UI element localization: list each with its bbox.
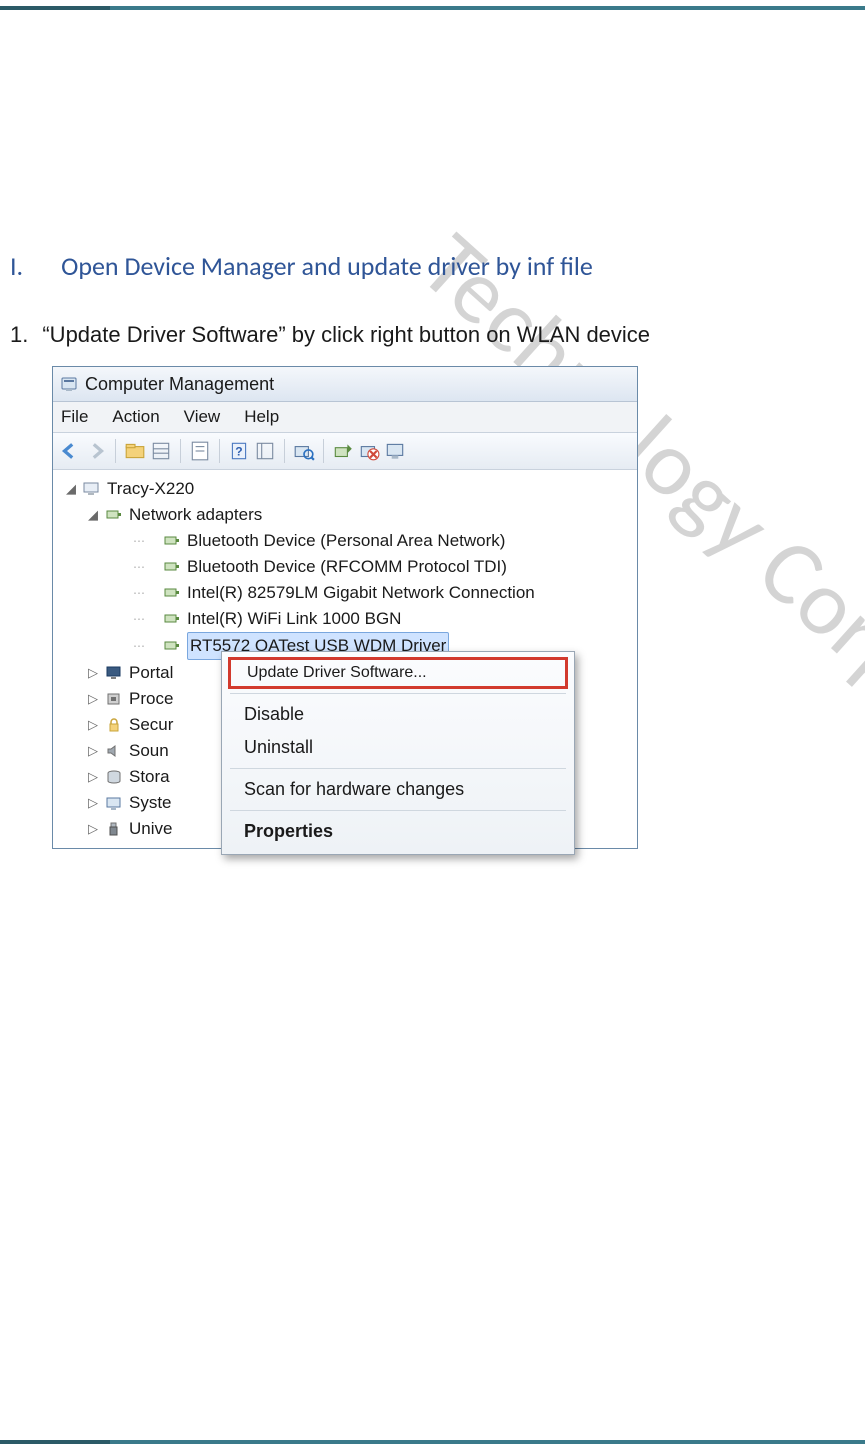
computer-icon bbox=[83, 481, 101, 497]
toolbar-separator bbox=[115, 439, 116, 463]
collapse-icon[interactable]: ◢ bbox=[87, 502, 99, 528]
network-adapter-icon bbox=[163, 611, 181, 627]
context-item-scan[interactable]: Scan for hardware changes bbox=[222, 773, 574, 806]
tree-item-label: Unive bbox=[129, 816, 172, 842]
tree-item-label: Portal bbox=[129, 660, 173, 686]
device-icon[interactable] bbox=[384, 440, 406, 462]
security-icon bbox=[105, 717, 123, 733]
help-icon[interactable]: ? bbox=[228, 440, 250, 462]
network-adapter-icon bbox=[163, 638, 181, 654]
menu-bar: File Action View Help bbox=[53, 402, 637, 433]
menu-action[interactable]: Action bbox=[112, 407, 159, 427]
properties-icon[interactable] bbox=[189, 440, 211, 462]
expand-icon[interactable]: ▷ bbox=[87, 712, 99, 738]
toolbar-separator bbox=[323, 439, 324, 463]
context-menu: Update Driver Software... Disable Uninst… bbox=[221, 651, 575, 855]
expand-icon[interactable]: ▷ bbox=[87, 790, 99, 816]
menu-help[interactable]: Help bbox=[244, 407, 279, 427]
tree-item-label: Bluetooth Device (Personal Area Network) bbox=[187, 528, 505, 554]
folder-icon[interactable] bbox=[124, 440, 146, 462]
tree-item-label: Stora bbox=[129, 764, 170, 790]
tree-item-bt-rfcomm[interactable]: ⋯ Bluetooth Device (RFCOMM Protocol TDI) bbox=[61, 554, 637, 580]
tree-item-label: Bluetooth Device (RFCOMM Protocol TDI) bbox=[187, 554, 507, 580]
network-adapter-icon bbox=[163, 533, 181, 549]
context-item-label: Update Driver Software... bbox=[247, 664, 427, 681]
tree-network-adapters-label: Network adapters bbox=[129, 502, 262, 528]
tree-connector-icon: ⋯ bbox=[133, 554, 157, 580]
step-text: “Update Driver Software” by click right … bbox=[42, 322, 650, 348]
monitor-icon bbox=[105, 665, 123, 681]
list-icon[interactable] bbox=[150, 440, 172, 462]
tree-connector-icon: ⋯ bbox=[133, 606, 157, 632]
tree-connector-icon: ⋯ bbox=[133, 633, 157, 659]
tree-root[interactable]: ◢ Tracy-X220 bbox=[61, 476, 637, 502]
usb-icon bbox=[105, 821, 123, 837]
context-separator bbox=[230, 693, 566, 694]
tree-item-intel-gigabit[interactable]: ⋯ Intel(R) 82579LM Gigabit Network Conne… bbox=[61, 580, 637, 606]
collapse-icon[interactable]: ◢ bbox=[65, 476, 77, 502]
update-driver-icon[interactable] bbox=[332, 440, 354, 462]
screenshot-computer-management: Computer Management File Action View Hel… bbox=[52, 366, 638, 849]
tree-item-bt-pan[interactable]: ⋯ Bluetooth Device (Personal Area Networ… bbox=[61, 528, 637, 554]
tree-item-label: Secur bbox=[129, 712, 173, 738]
top-border bbox=[0, 6, 865, 10]
context-separator bbox=[230, 810, 566, 811]
window-title: Computer Management bbox=[85, 374, 274, 395]
system-icon bbox=[105, 795, 123, 811]
toolbar-separator bbox=[180, 439, 181, 463]
section-heading: I. Open Device Manager and update driver… bbox=[10, 250, 865, 282]
toolbar-separator bbox=[219, 439, 220, 463]
top-border-accent bbox=[0, 6, 110, 10]
expand-icon[interactable]: ▷ bbox=[87, 816, 99, 842]
tree-item-label: Intel(R) 82579LM Gigabit Network Connect… bbox=[187, 580, 535, 606]
expand-icon[interactable]: ▷ bbox=[87, 660, 99, 686]
context-item-properties[interactable]: Properties bbox=[222, 815, 574, 848]
menu-view[interactable]: View bbox=[184, 407, 221, 427]
expand-icon[interactable]: ▷ bbox=[87, 738, 99, 764]
context-item-disable[interactable]: Disable bbox=[222, 698, 574, 731]
uninstall-icon[interactable] bbox=[358, 440, 380, 462]
heading-number: I. bbox=[10, 250, 23, 282]
document-page: Technology Corporation I. Open Device Ma… bbox=[0, 0, 865, 1452]
tree-root-label: Tracy-X220 bbox=[107, 476, 194, 502]
context-separator bbox=[230, 768, 566, 769]
back-icon[interactable] bbox=[59, 440, 81, 462]
tree-item-intel-wifi[interactable]: ⋯ Intel(R) WiFi Link 1000 BGN bbox=[61, 606, 637, 632]
sound-icon bbox=[105, 743, 123, 759]
tree-item-label: Soun bbox=[129, 738, 169, 764]
forward-icon[interactable] bbox=[85, 440, 107, 462]
tree-connector-icon: ⋯ bbox=[133, 528, 157, 554]
expand-icon[interactable]: ▷ bbox=[87, 764, 99, 790]
scan-icon[interactable] bbox=[293, 440, 315, 462]
svg-text:?: ? bbox=[235, 444, 242, 458]
app-icon bbox=[61, 376, 77, 392]
step-number: 1. bbox=[10, 322, 28, 348]
storage-icon bbox=[105, 769, 123, 785]
context-item-uninstall[interactable]: Uninstall bbox=[222, 731, 574, 764]
toolbar-separator bbox=[284, 439, 285, 463]
tree-item-label: Syste bbox=[129, 790, 172, 816]
step-1: 1. “Update Driver Software” by click rig… bbox=[10, 322, 865, 348]
context-item-update-driver[interactable]: Update Driver Software... bbox=[228, 657, 568, 689]
menu-file[interactable]: File bbox=[61, 407, 88, 427]
tree-item-label: Intel(R) WiFi Link 1000 BGN bbox=[187, 606, 401, 632]
network-adapter-icon bbox=[105, 507, 123, 523]
processor-icon bbox=[105, 691, 123, 707]
window-titlebar[interactable]: Computer Management bbox=[53, 367, 637, 402]
content-area: I. Open Device Manager and update driver… bbox=[10, 250, 865, 849]
network-adapter-icon bbox=[163, 585, 181, 601]
tree-network-adapters[interactable]: ◢ Network adapters bbox=[61, 502, 637, 528]
bottom-border bbox=[0, 1440, 865, 1444]
toolbar: ? bbox=[53, 433, 637, 470]
network-adapter-icon bbox=[163, 559, 181, 575]
details-icon[interactable] bbox=[254, 440, 276, 462]
bottom-border-accent bbox=[0, 1440, 110, 1444]
expand-icon[interactable]: ▷ bbox=[87, 686, 99, 712]
tree-item-label: Proce bbox=[129, 686, 173, 712]
heading-text: Open Device Manager and update driver by… bbox=[61, 250, 593, 282]
tree-connector-icon: ⋯ bbox=[133, 580, 157, 606]
